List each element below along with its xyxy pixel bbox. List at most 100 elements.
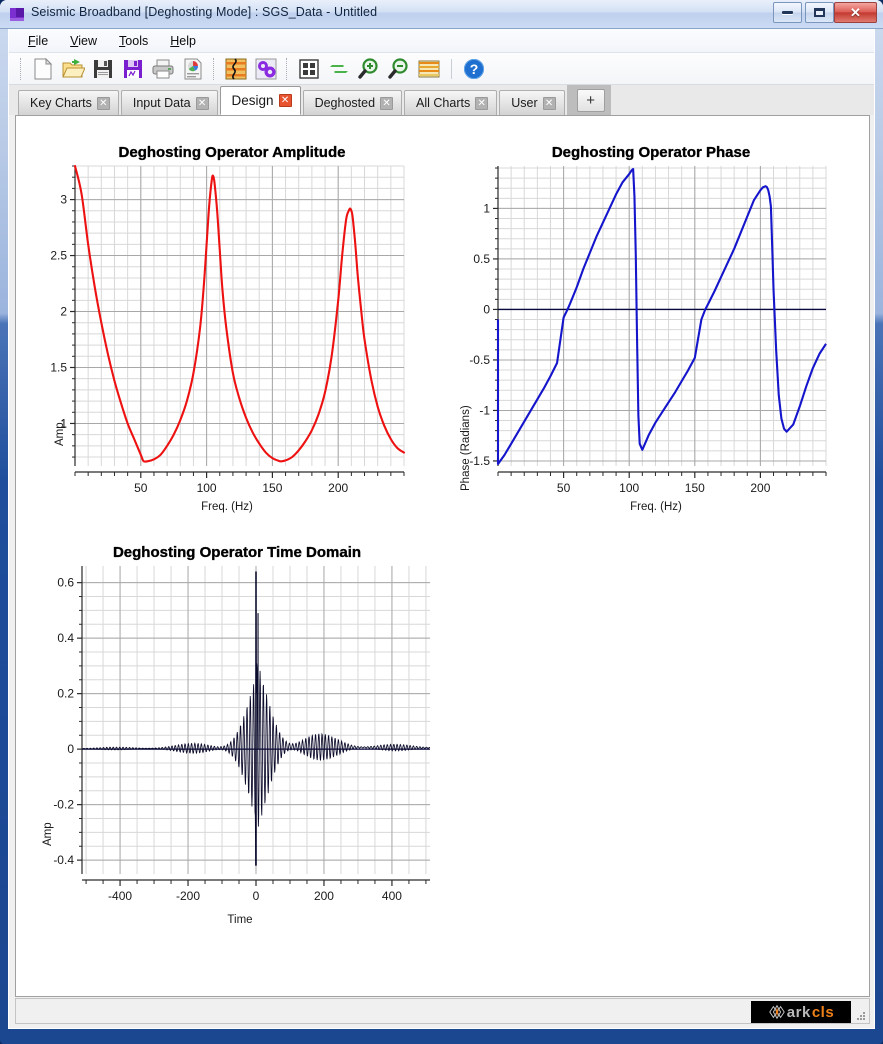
svg-text:?: ? [470, 61, 479, 77]
svg-text:3: 3 [60, 193, 67, 207]
tab-close-icon[interactable]: ✕ [96, 96, 110, 110]
menu-item-help[interactable]: Help [159, 31, 207, 51]
y-axis-label: Phase (Radians) [460, 405, 472, 491]
menu-item-view[interactable]: View [59, 31, 108, 51]
menu-item-tools[interactable]: Tools [108, 31, 159, 51]
open-folder-icon[interactable] [58, 55, 88, 83]
tab-deghosted[interactable]: Deghosted ✕ [302, 90, 403, 115]
window-title: Seismic Broadband [Deghosting Mode] : SG… [31, 5, 378, 19]
process-gears-icon[interactable] [251, 55, 281, 83]
app-window-icon [10, 8, 24, 21]
logo-text-cls: cls [811, 1003, 835, 1021]
svg-text:200: 200 [314, 889, 334, 903]
chart-time-domain: Deghosting Operator Time Domain -0.4 -0.2… [22, 526, 452, 946]
menu-bar: File View Tools Help [9, 29, 874, 53]
minimize-button[interactable] [773, 2, 802, 23]
tab-close-icon[interactable]: ✕ [542, 96, 556, 110]
svg-text:2: 2 [60, 305, 67, 319]
y-axis-label: Amp. [54, 419, 66, 446]
close-button[interactable]: ✕ [834, 2, 877, 23]
x-axis-label: Freq. (Hz) [201, 501, 253, 513]
svg-text:0.6: 0.6 [57, 576, 74, 590]
tab-strip: Key Charts ✕ Input Data ✕ Design ✕ Degho… [9, 85, 874, 115]
maximize-button[interactable] [805, 2, 834, 23]
tab-label: Key Charts [30, 96, 92, 110]
svg-text:150: 150 [262, 481, 282, 495]
client-area: File View Tools Help ? Key Charts ✕ Inpu… [8, 29, 875, 1029]
tab-label: All Charts [416, 96, 471, 110]
add-tab-host: + [566, 85, 611, 115]
chart-page: Deghosting Operator Amplitude 1 1.5 2 2.5 3 5… [15, 115, 870, 997]
tab-user[interactable]: User ✕ [499, 90, 565, 115]
maximize-icon [806, 3, 833, 22]
zoom-in-icon[interactable] [354, 55, 384, 83]
svg-text:1: 1 [483, 201, 490, 215]
svg-text:-0.5: -0.5 [469, 353, 490, 367]
svg-text:-1.5: -1.5 [469, 454, 490, 468]
toolbar-gripper [20, 57, 23, 80]
svg-text:-0.2: -0.2 [53, 798, 74, 812]
tool-bar: ? [9, 53, 874, 85]
menu-item-file[interactable]: File [17, 31, 59, 51]
arkcls-diamond-icon [769, 1004, 785, 1020]
close-icon: ✕ [850, 4, 861, 20]
arkcls-logo: ark cls [751, 1001, 851, 1023]
svg-text:-400: -400 [108, 889, 132, 903]
tab-key-charts[interactable]: Key Charts ✕ [18, 90, 119, 115]
svg-text:100: 100 [197, 481, 217, 495]
svg-text:0: 0 [483, 302, 490, 316]
svg-text:0.4: 0.4 [57, 631, 74, 645]
svg-text:150: 150 [685, 481, 705, 495]
tab-label: Input Data [132, 96, 191, 110]
svg-text:50: 50 [557, 481, 571, 495]
tab-close-icon[interactable]: ✕ [380, 96, 394, 110]
title-bar: Seismic Broadband [Deghosting Mode] : SG… [0, 0, 883, 29]
tab-close-icon[interactable]: ✕ [475, 96, 489, 110]
svg-text:2.5: 2.5 [50, 249, 67, 263]
svg-text:200: 200 [750, 481, 770, 495]
tab-label: User [511, 96, 538, 110]
svg-text:1.5: 1.5 [50, 360, 67, 374]
svg-text:100: 100 [619, 481, 639, 495]
tab-all-charts[interactable]: All Charts ✕ [404, 90, 498, 115]
x-axis-label: Time [227, 914, 253, 926]
zoom-out-icon[interactable] [384, 55, 414, 83]
application-window: Seismic Broadband [Deghosting Mode] : SG… [0, 0, 883, 1044]
x-axis-label: Freq. (Hz) [630, 501, 682, 513]
status-bar: ark cls [15, 998, 870, 1024]
new-file-icon[interactable] [28, 55, 58, 83]
svg-text:-1: -1 [479, 403, 490, 417]
save-icon[interactable] [88, 55, 118, 83]
svg-text:0: 0 [253, 889, 260, 903]
report-icon[interactable] [178, 55, 208, 83]
spectrum-icon[interactable] [414, 55, 444, 83]
tab-close-icon[interactable]: ✕ [278, 94, 292, 107]
tab-label: Design [231, 93, 274, 108]
toolbar-separator-2 [286, 57, 289, 80]
svg-text:0: 0 [67, 742, 74, 756]
svg-text:-200: -200 [176, 889, 200, 903]
chart-amplitude: Deghosting Operator Amplitude 1 1.5 2 2.5 3 5… [22, 126, 442, 526]
toolbar-separator-3 [451, 58, 452, 79]
svg-text:0.5: 0.5 [473, 252, 490, 266]
add-tab-button[interactable]: + [576, 88, 605, 112]
seismic-trace-icon[interactable] [221, 55, 251, 83]
tile-windows-icon[interactable] [294, 55, 324, 83]
help-icon[interactable]: ? [459, 55, 489, 83]
toolbar-separator-1 [213, 57, 216, 80]
print-icon[interactable] [148, 55, 178, 83]
time-domain-plot[interactable]: -0.4 -0.2 0 0.2 0.4 0.6 -400 -200 0 200 400 [22, 526, 452, 946]
phase-plot[interactable]: -1.5-1-0.500.5150 100 150 200 [436, 126, 866, 526]
save-as-icon[interactable] [118, 55, 148, 83]
refresh-icon[interactable] [324, 55, 354, 83]
tab-design[interactable]: Design ✕ [219, 86, 301, 115]
tab-input-data[interactable]: Input Data ✕ [120, 90, 218, 115]
resize-grip-icon[interactable] [854, 1009, 866, 1021]
svg-text:50: 50 [134, 481, 148, 495]
chart-phase: Deghosting Operator Phase -1.5 -1 -0.5 0 0.5… [436, 126, 866, 526]
tab-close-icon[interactable]: ✕ [195, 96, 209, 110]
y-axis-label: Amp [42, 822, 54, 846]
amplitude-plot[interactable]: 11.522.5350 100 150 200 [22, 126, 442, 526]
svg-text:0.2: 0.2 [57, 687, 74, 701]
svg-text:200: 200 [328, 481, 348, 495]
